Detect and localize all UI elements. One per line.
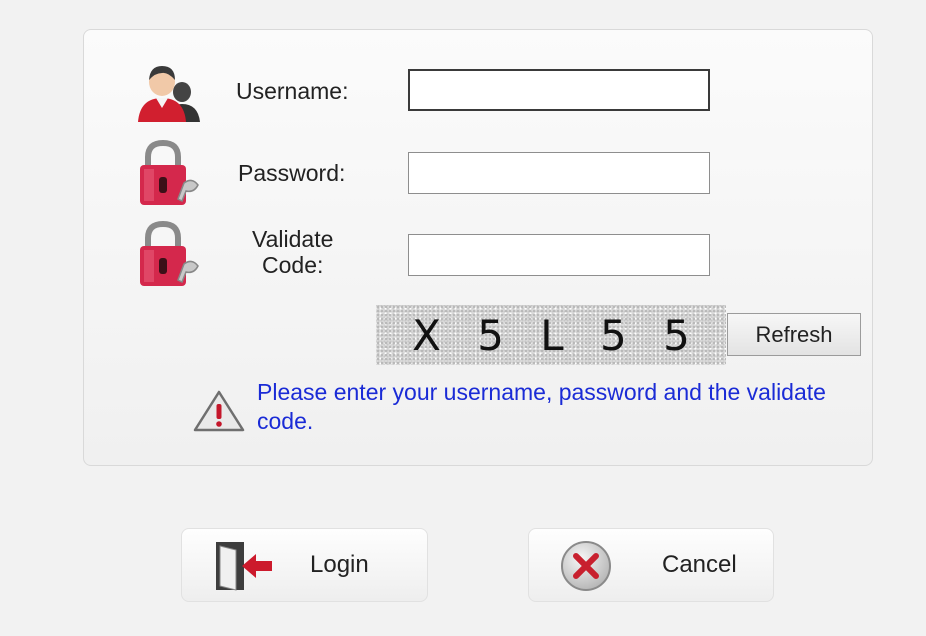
user-group-icon (138, 66, 200, 122)
lock-key-icon (140, 139, 199, 205)
password-input[interactable] (408, 152, 710, 194)
warning-icon (193, 390, 245, 432)
validate-code-label-line1: Validate (252, 226, 334, 252)
login-label: Login (310, 551, 369, 578)
captcha-char: X (412, 310, 441, 360)
cancel-x-icon (561, 541, 611, 591)
captcha-image: X 5 L 5 5 (376, 305, 726, 365)
captcha-char: 5 (477, 310, 504, 360)
refresh-captcha-button[interactable]: Refresh (727, 313, 861, 356)
validate-code-label-line2: Code: (262, 252, 324, 279)
username-input[interactable] (408, 69, 710, 111)
login-button[interactable]: Login (181, 528, 428, 602)
captcha-char: 5 (600, 310, 627, 360)
captcha-char: L (540, 310, 564, 360)
username-label: Username: (236, 78, 349, 104)
captcha-char: 5 (663, 310, 690, 360)
validate-code-label: Validate Code: (252, 226, 333, 279)
cancel-button[interactable]: Cancel (528, 528, 774, 602)
cancel-label: Cancel (662, 551, 737, 578)
door-enter-icon (216, 542, 272, 591)
validate-code-input[interactable] (408, 234, 710, 276)
status-message: Please enter your username, password and… (257, 379, 826, 434)
password-label: Password: (238, 160, 346, 186)
lock-key-icon (140, 220, 199, 286)
